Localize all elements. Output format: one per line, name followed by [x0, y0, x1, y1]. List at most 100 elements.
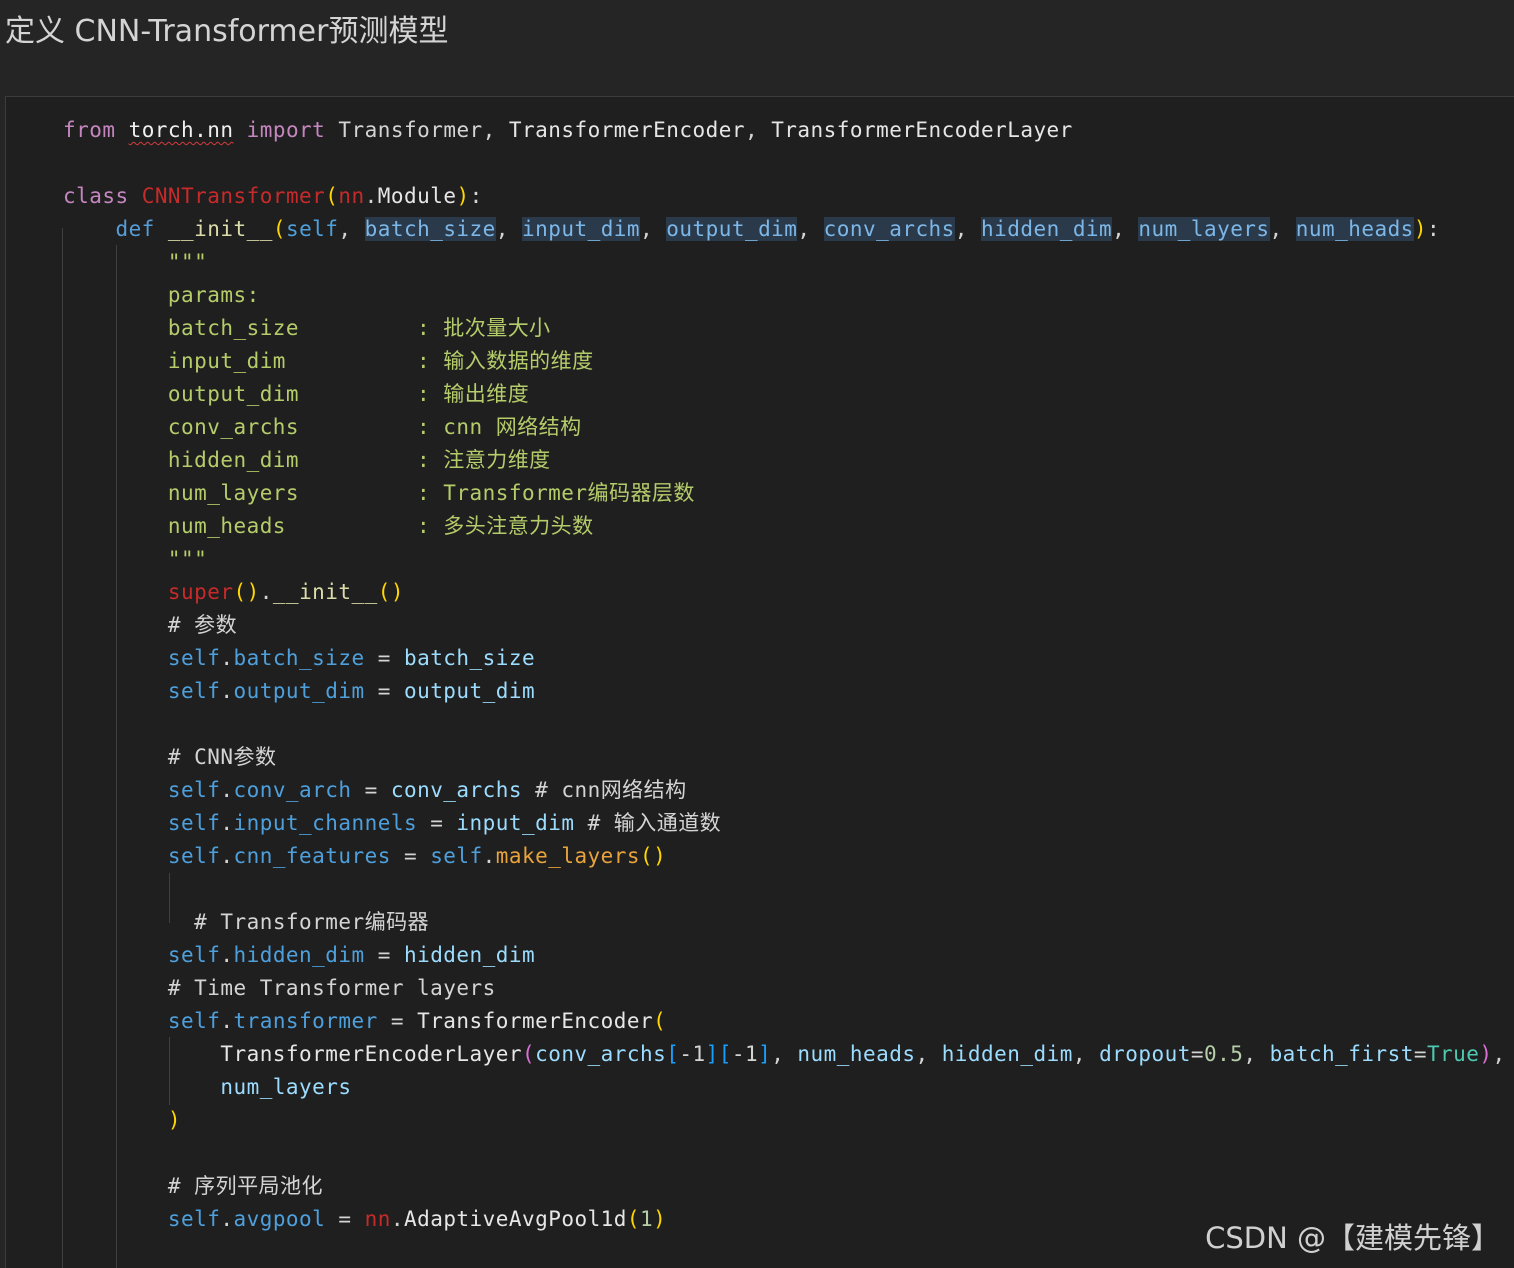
code-line: class CNNTransformer(nn.Module):: [63, 180, 1506, 213]
code-token: __init__: [272, 580, 378, 604]
code-token: self: [285, 217, 339, 241]
code-token: # 参数: [167, 613, 238, 637]
code-token: hidden_dim: [403, 943, 536, 967]
code-token: :: [469, 184, 483, 208]
code-token: import: [246, 118, 326, 142]
code-token: __init__: [167, 217, 273, 241]
code-token: ): [1413, 217, 1427, 241]
code-line: TransformerEncoderLayer(conv_archs[-1][-…: [63, 1038, 1506, 1071]
code-line: ): [63, 1104, 1506, 1137]
page: 定义 CNN-Transformer预测模型 from torch.nn imp…: [0, 0, 1514, 1268]
code-token: ,: [640, 217, 667, 241]
code-token: .: [220, 811, 234, 835]
code-token: ): [1479, 1042, 1493, 1066]
code-token: ,: [771, 1042, 798, 1066]
code-token: ): [167, 1108, 182, 1132]
code-token: num_heads: [1295, 217, 1414, 241]
code-token: self: [167, 943, 221, 967]
code-token: (: [626, 1207, 641, 1231]
code-token: ,: [495, 217, 523, 241]
code-token: batch_size: [403, 646, 536, 670]
code-token: ][: [705, 1042, 732, 1066]
code-token: (: [325, 184, 339, 208]
code-token: conv_archs: [390, 778, 522, 802]
code-token: batch_first: [1269, 1042, 1414, 1066]
code-line: num_layers : Transformer编码器层数: [63, 477, 1506, 510]
code-token: .: [259, 580, 273, 604]
code-line: self.transformer = TransformerEncoder(: [63, 1005, 1506, 1038]
code-line: self.hidden_dim = hidden_dim: [63, 939, 1506, 972]
code-line: num_layers: [63, 1071, 1506, 1104]
code-token: # 序列平局池化: [167, 1174, 323, 1198]
code-line: # 序列平局池化: [63, 1170, 1506, 1203]
code-line: input_dim : 输入数据的维度: [63, 345, 1506, 378]
code-token: conv_archs: [823, 217, 955, 241]
code-line: # Transformer编码器: [63, 906, 1506, 939]
code-token: # Transformer编码器: [194, 910, 430, 934]
code-token: =: [417, 811, 457, 835]
code-token: Transformer,: [338, 118, 509, 142]
code-token: TransformerEncoderLayer: [771, 118, 1073, 142]
code-token: TransformerEncoder: [417, 1009, 654, 1033]
code-token: hidden_dim: [941, 1042, 1073, 1066]
watermark: CSDN @【建模先锋】: [1205, 1221, 1500, 1255]
code-token: hidden_dim: [981, 217, 1113, 241]
code-block[interactable]: from torch.nn import Transformer, Transf…: [5, 96, 1514, 1268]
code-token: .: [220, 778, 234, 802]
code-token: =: [390, 844, 431, 868]
code-token: batch_size: [233, 646, 365, 670]
code-token: dropout: [1099, 1042, 1191, 1066]
code-token: # 输入通道数: [587, 811, 722, 835]
code-token: batch_size : 批次量大小: [167, 316, 551, 340]
code-token: num_layers: [220, 1075, 352, 1099]
code-token: ,: [954, 217, 982, 241]
code-line: # CNN参数: [63, 741, 1506, 774]
code-token: ,: [744, 118, 772, 142]
code-token: output_dim: [666, 217, 798, 241]
code-line: self.output_dim = output_dim: [63, 675, 1506, 708]
code-token: =: [351, 778, 391, 802]
code-token: self: [167, 844, 221, 868]
code-token: [: [666, 1042, 680, 1066]
code-token: ,: [1243, 1042, 1270, 1066]
code-token: # cnn网络结构: [535, 778, 687, 802]
code-token: output_dim: [233, 679, 365, 703]
code-token: =: [1413, 1042, 1427, 1066]
code-token: 0.5: [1203, 1042, 1244, 1066]
code-token: .: [220, 679, 234, 703]
code-token: num_heads: [797, 1042, 916, 1066]
code-token: =: [364, 943, 404, 967]
code-token: =: [325, 1207, 365, 1231]
code-line: self.input_channels = input_dim # 输入通道数: [63, 807, 1506, 840]
code-line: """: [63, 543, 1506, 576]
code-token: -1: [679, 1042, 706, 1066]
code-token: torch.nn: [128, 118, 234, 142]
code-line: hidden_dim : 注意力维度: [63, 444, 1506, 477]
code-line: def __init__(self, batch_size, input_dim…: [63, 213, 1506, 246]
code-token: TransformerEncoder: [508, 118, 745, 142]
code-token: (: [521, 1042, 536, 1066]
code-token: output_dim : 输出维度: [167, 382, 530, 406]
code-token: .: [220, 844, 234, 868]
code-token: .: [390, 1207, 404, 1231]
code-token: self: [430, 844, 483, 868]
code-line: # 参数: [63, 609, 1506, 642]
